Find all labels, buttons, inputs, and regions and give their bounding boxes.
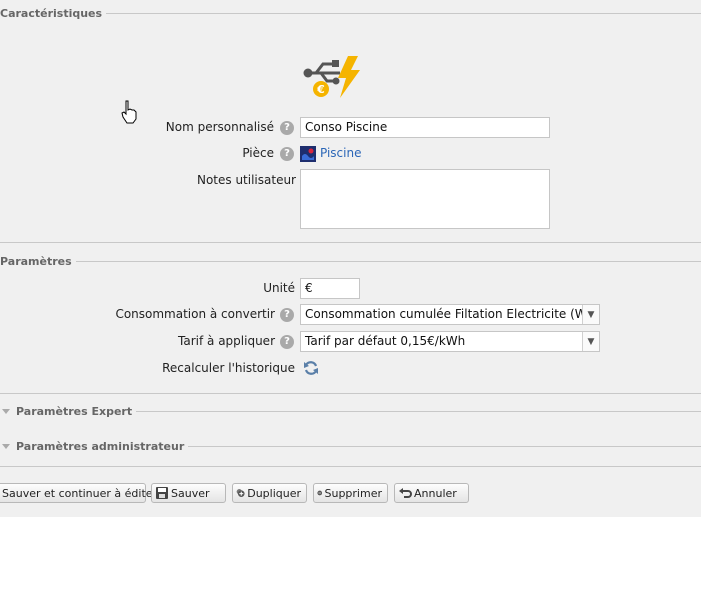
section-characteristics-title: Caractéristiques bbox=[0, 6, 107, 20]
name-help-icon[interactable]: ? bbox=[280, 121, 294, 135]
consumption-help-icon[interactable]: ? bbox=[280, 308, 294, 322]
tariff-select-value: Tarif par défaut 0,15€/kWh bbox=[305, 334, 466, 348]
section-characteristics: Caractéristiques bbox=[0, 6, 701, 20]
name-input[interactable]: Conso Piscine bbox=[300, 117, 550, 138]
minus-circle-icon bbox=[317, 490, 323, 496]
section-admin-title[interactable]: Paramètres administrateur bbox=[16, 439, 189, 453]
save-label: Sauver bbox=[171, 486, 210, 500]
cancel-label: Annuler bbox=[414, 486, 457, 500]
delete-button[interactable]: Supprimer bbox=[313, 483, 388, 503]
unit-input[interactable]: € bbox=[300, 278, 360, 299]
duplicate-plus-icon bbox=[236, 489, 245, 497]
tariff-help-icon[interactable]: ? bbox=[280, 335, 294, 349]
collapse-triangle-icon bbox=[2, 443, 10, 449]
section-expert[interactable]: Paramètres Expert bbox=[0, 404, 701, 418]
section-parameters-title: Paramètres bbox=[0, 254, 76, 268]
usb-euro-lightning-icon: € bbox=[303, 56, 360, 98]
collapse-triangle-icon bbox=[2, 408, 10, 414]
room-help-icon[interactable]: ? bbox=[280, 147, 294, 161]
refresh-icon[interactable] bbox=[303, 360, 319, 376]
save-continue-label: Sauver et continuer à éditer bbox=[2, 486, 158, 500]
chevron-down-icon[interactable]: ▼ bbox=[582, 332, 599, 351]
consumption-label: Consommation à convertir bbox=[115, 307, 275, 321]
save-button[interactable]: Sauver bbox=[151, 483, 226, 503]
duplicate-label: Dupliquer bbox=[247, 486, 301, 500]
section-expert-title[interactable]: Paramètres Expert bbox=[16, 404, 137, 418]
recalc-label: Recalculer l'historique bbox=[162, 361, 295, 375]
save-continue-button[interactable]: Sauver et continuer à éditer bbox=[0, 483, 157, 503]
room-icon bbox=[300, 146, 316, 162]
floppy-icon bbox=[156, 487, 168, 499]
name-label: Nom personnalisé bbox=[165, 120, 274, 134]
unit-label: Unité bbox=[263, 281, 295, 295]
tariff-select[interactable]: Tarif par défaut 0,15€/kWh ▼ bbox=[300, 331, 600, 352]
tariff-label: Tarif à appliquer bbox=[178, 334, 275, 348]
consumption-select[interactable]: Consommation cumulée Filtation Electrici… bbox=[300, 304, 600, 325]
notes-textarea[interactable] bbox=[300, 169, 550, 229]
hand-cursor-icon bbox=[121, 100, 137, 124]
duplicate-button[interactable]: Dupliquer bbox=[232, 483, 307, 503]
room-label: Pièce bbox=[242, 146, 274, 160]
delete-label: Supprimer bbox=[324, 486, 382, 500]
room-link[interactable]: Piscine bbox=[320, 146, 361, 160]
chevron-down-icon[interactable]: ▼ bbox=[582, 305, 599, 324]
svg-text:€: € bbox=[316, 83, 325, 96]
undo-icon bbox=[399, 488, 412, 498]
consumption-select-value: Consommation cumulée Filtation Electrici… bbox=[305, 307, 599, 321]
section-admin[interactable]: Paramètres administrateur bbox=[0, 439, 701, 453]
notes-label: Notes utilisateur bbox=[196, 173, 296, 187]
section-parameters: Paramètres bbox=[0, 254, 701, 268]
device-settings-panel: Caractéristiques € Nom personnalisé ? Co… bbox=[0, 0, 701, 517]
cancel-button[interactable]: Annuler bbox=[394, 483, 469, 503]
